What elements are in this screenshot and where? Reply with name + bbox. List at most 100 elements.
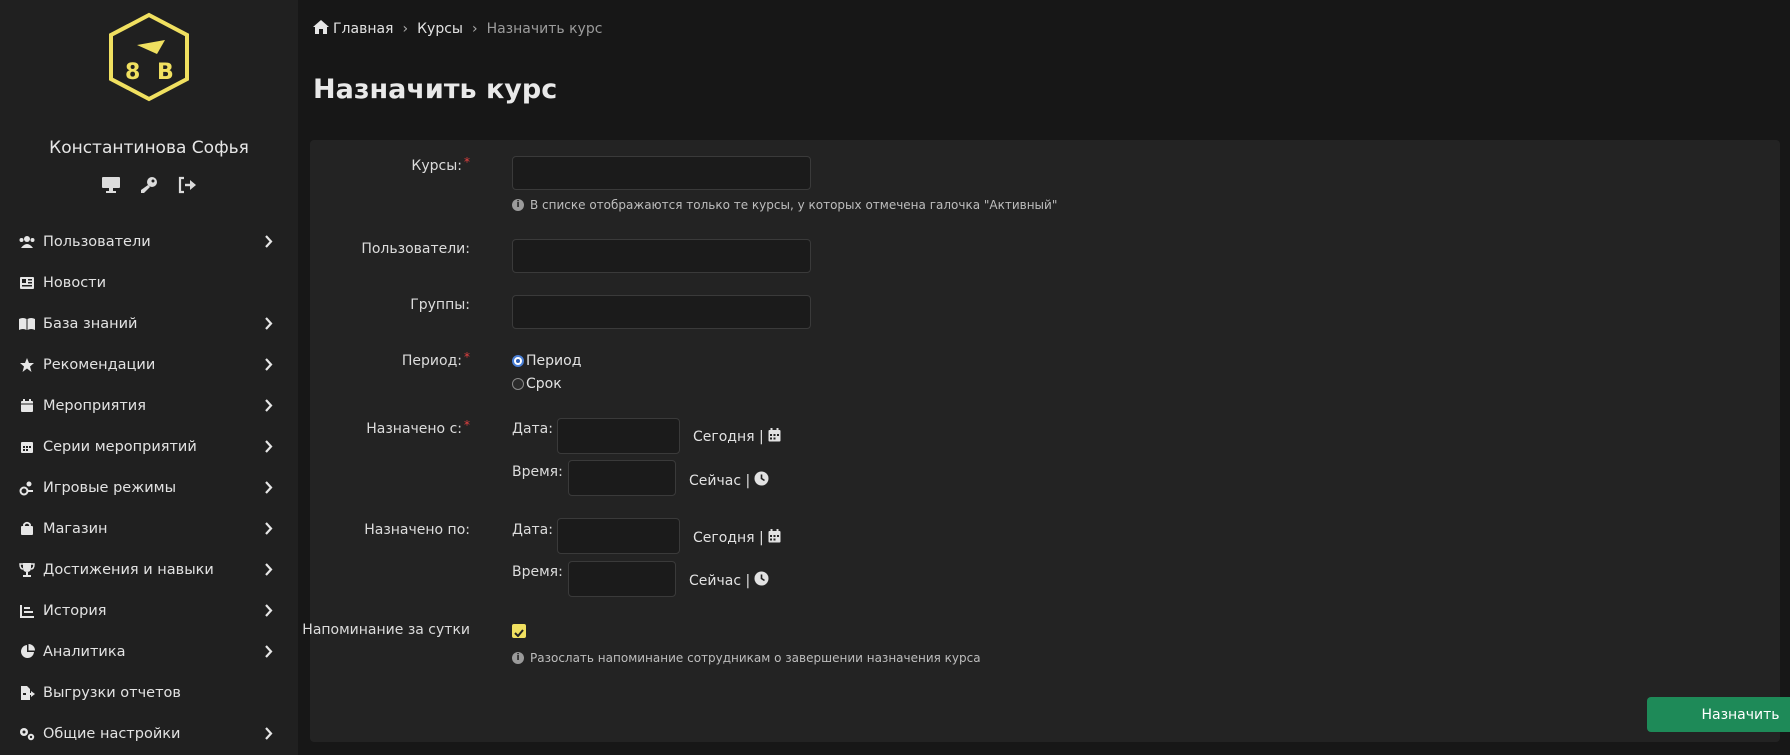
assigned-from-date-input[interactable] — [557, 418, 680, 454]
sidebar-item-label: Серии мероприятий — [43, 438, 197, 455]
sidebar-item-game-modes[interactable]: Игровые режимы — [0, 467, 298, 508]
info-icon: i — [512, 199, 524, 211]
page-title: Назначить курс — [313, 74, 558, 105]
book-icon — [18, 316, 36, 332]
breadcrumb-separator: › — [402, 21, 409, 37]
main-content: Главная › Курсы › Назначить курс Назначи… — [298, 0, 1790, 755]
chevron-right-icon — [264, 563, 276, 577]
star-icon — [18, 357, 36, 373]
date-label: Дата: — [512, 421, 553, 437]
sidebar-item-general-settings[interactable]: Общие настройки — [0, 713, 298, 754]
logout-icon[interactable] — [176, 174, 198, 196]
time-label: Время: — [512, 564, 563, 580]
chevron-right-icon — [264, 522, 276, 536]
reminder-hint: i Разослать напоминание сотрудникам о за… — [512, 651, 981, 665]
chevron-right-icon — [264, 727, 276, 741]
groups-select[interactable] — [512, 295, 811, 329]
sidebar-item-knowledge-base[interactable]: База знаний — [0, 303, 298, 344]
chevron-right-icon — [264, 481, 276, 495]
assigned-from-time-input[interactable] — [568, 460, 676, 496]
date-label: Дата: — [512, 522, 553, 538]
assigned-to-now-link[interactable]: Сейчас | — [689, 571, 769, 590]
sidebar-item-analytics[interactable]: Аналитика — [0, 631, 298, 672]
key-icon[interactable] — [138, 174, 160, 196]
assigned-to-time-input[interactable] — [568, 561, 676, 597]
user-name: Константинова Софья — [49, 138, 249, 158]
sidebar-menu: Пользователи Новости База знаний Рекомен… — [0, 221, 298, 754]
sidebar-item-label: Аналитика — [43, 643, 126, 660]
sidebar-item-label: Игровые режимы — [43, 479, 177, 496]
sidebar-item-label: История — [43, 602, 107, 619]
assigned-to-label: Назначено по: — [364, 522, 470, 538]
period-radio-term[interactable]: Срок — [512, 376, 562, 392]
info-icon: i — [512, 652, 524, 664]
newspaper-icon — [18, 275, 36, 291]
chevron-right-icon — [264, 604, 276, 618]
radio-button[interactable] — [512, 378, 524, 390]
calendar-icon[interactable] — [768, 428, 781, 446]
sidebar-item-news[interactable]: Новости — [0, 262, 298, 303]
courses-select[interactable] — [512, 156, 811, 190]
home-icon — [313, 20, 329, 38]
required-mark: * — [464, 155, 470, 169]
sidebar-item-event-series[interactable]: Серии мероприятий — [0, 426, 298, 467]
breadcrumb-current: Назначить курс — [486, 21, 603, 37]
file-export-icon — [18, 685, 36, 701]
users-icon — [18, 234, 36, 250]
period-label: Период: * — [401, 350, 470, 369]
sidebar-item-label: Пользователи — [43, 233, 151, 250]
assigned-to-today-link[interactable]: Сегодня | — [693, 529, 781, 547]
sidebar-item-recommendations[interactable]: Рекомендации — [0, 344, 298, 385]
reminder-checkbox[interactable] — [512, 624, 526, 638]
svg-text:B: B — [157, 60, 174, 85]
required-mark: * — [464, 418, 470, 432]
sidebar-item-users[interactable]: Пользователи — [0, 221, 298, 262]
users-select[interactable] — [512, 239, 811, 273]
users-label: Пользователи: — [361, 241, 470, 257]
sidebar-item-shop[interactable]: Магазин — [0, 508, 298, 549]
radio-button[interactable] — [512, 355, 524, 367]
clock-icon[interactable] — [754, 571, 769, 590]
sidebar-item-label: Рекомендации — [43, 356, 156, 373]
chevron-right-icon — [264, 440, 276, 454]
sidebar-item-events[interactable]: Мероприятия — [0, 385, 298, 426]
assigned-from-now-link[interactable]: Сейчас | — [689, 471, 769, 490]
time-label: Время: — [512, 464, 563, 480]
svg-text:8: 8 — [125, 60, 140, 85]
sidebar-item-label: Общие настройки — [43, 725, 181, 742]
monitor-icon[interactable] — [100, 174, 122, 196]
chevron-right-icon — [264, 317, 276, 331]
required-mark: * — [464, 350, 470, 364]
sidebar-item-history[interactable]: История — [0, 590, 298, 631]
chevron-right-icon — [264, 645, 276, 659]
clock-icon[interactable] — [754, 471, 769, 490]
assign-button[interactable]: Назначить — [1647, 697, 1790, 732]
courses-label: Курсы: * — [411, 155, 470, 174]
chevron-right-icon — [264, 358, 276, 372]
sidebar-item-label: Достижения и навыки — [43, 561, 214, 578]
gears-icon — [18, 726, 36, 742]
sidebar-item-label: Магазин — [43, 520, 108, 537]
pie-chart-icon — [18, 644, 36, 660]
sidebar: 8 B Константинова Софья Пользователи Нов… — [0, 0, 298, 755]
breadcrumb-courses[interactable]: Курсы — [417, 21, 463, 37]
sidebar-item-achievements[interactable]: Достижения и навыки — [0, 549, 298, 590]
logo[interactable]: 8 B — [105, 12, 193, 102]
assigned-from-today-link[interactable]: Сегодня | — [693, 428, 781, 446]
calendar-icon[interactable] — [768, 529, 781, 547]
assigned-to-date-input[interactable] — [557, 518, 680, 554]
bag-icon — [18, 521, 36, 537]
chevron-right-icon — [264, 399, 276, 413]
breadcrumb-separator: › — [471, 21, 478, 37]
period-radio-period[interactable]: Период — [512, 353, 581, 369]
assign-course-form: Курсы: * i В списке отображаются только т… — [302, 140, 1790, 742]
user-tools — [0, 174, 298, 196]
sidebar-item-label: Выгрузки отчетов — [43, 684, 181, 701]
game-icon — [18, 480, 36, 496]
history-chart-icon — [18, 603, 36, 619]
assigned-from-label: Назначено с: * — [366, 418, 470, 437]
breadcrumb: Главная › Курсы › Назначить курс — [313, 20, 602, 38]
breadcrumb-home[interactable]: Главная — [313, 20, 393, 38]
sidebar-item-report-exports[interactable]: Выгрузки отчетов — [0, 672, 298, 713]
reminder-label: Напоминание за сутки — [302, 622, 470, 638]
